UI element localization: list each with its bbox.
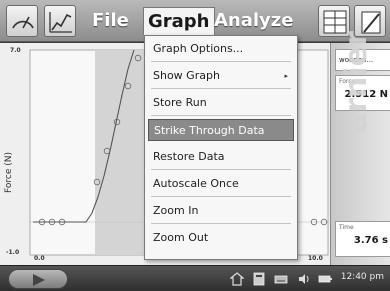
x-min-tick: 0.0 [34,255,45,262]
menu-file[interactable]: File [88,7,133,35]
y-max-tick: 7.0 [10,47,21,54]
menu-item-autoscale-once[interactable]: Autoscale Once [148,173,294,195]
submenu-arrow-icon: ▸ [284,72,288,80]
taskbar: 12:40 pm [0,265,390,291]
meter-view-icon[interactable] [6,5,38,37]
time-label: Time [339,224,354,231]
data-panel: wooden... Force 2.512 N arnier Time 3.76… [330,31,390,265]
y-min-tick: -1.0 [6,249,20,256]
x-max-tick: 10.0 [308,255,323,262]
menu-item-graph-options[interactable]: Graph Options... [148,38,294,60]
start-button[interactable] [8,269,68,289]
graph-menu-dropdown: Graph Options... Show Graph ▸ Store Run … [144,35,298,260]
menu-separator [151,61,291,62]
clock: 12:40 pm [340,272,384,282]
menu-item-strike-through-data[interactable]: Strike Through Data [148,119,294,141]
menu-item-label: Show Graph [153,69,220,82]
menu-separator [151,223,291,224]
menu-analyze[interactable]: Analyze [210,7,297,35]
home-icon[interactable] [230,272,244,286]
menu-item-zoom-out[interactable]: Zoom Out [148,227,294,249]
menu-separator [151,115,291,116]
time-value: 3.76 s [353,235,388,246]
volume-icon[interactable] [297,272,311,286]
selection-region [95,50,147,255]
calculator-icon[interactable] [252,272,266,286]
battery-icon [318,275,332,283]
menu-separator [151,196,291,197]
menu-separator [151,169,291,170]
menu-item-store-run[interactable]: Store Run [148,92,294,114]
play-arrow-icon [33,274,45,286]
time-meter: Time 3.76 s [335,221,390,257]
y-axis-label: Force (N) [4,152,14,193]
menu-item-zoom-in[interactable]: Zoom In [148,200,294,222]
menu-graph[interactable]: Graph [143,7,215,35]
menu-item-show-graph[interactable]: Show Graph ▸ [148,65,294,87]
keyboard-icon[interactable] [274,272,288,286]
graph-view-icon[interactable] [44,5,76,37]
menu-item-restore-data[interactable]: Restore Data [148,146,294,168]
menu-separator [151,88,291,89]
vernier-watermark: arnier [339,31,374,133]
